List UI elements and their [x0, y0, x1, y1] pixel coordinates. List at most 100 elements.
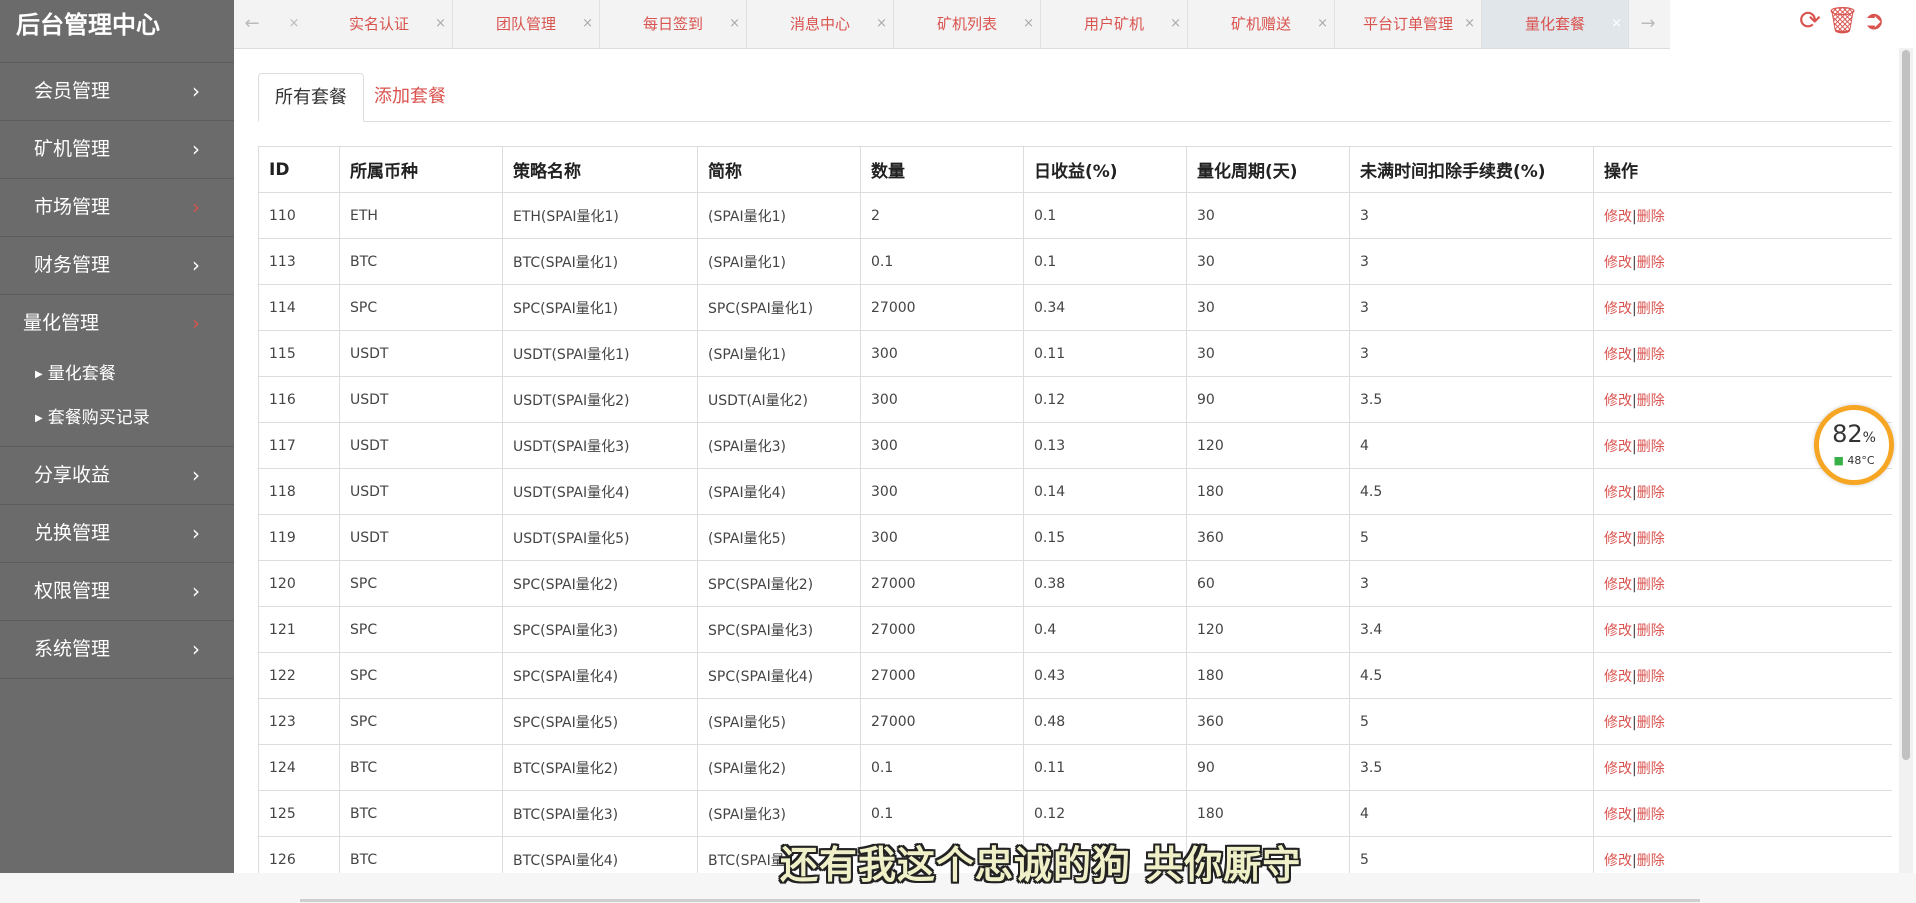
- sidebar: 后台管理中心 会员管理 › 矿机管理 › 市场管理 › 财务管理 › 量化管理 …: [0, 0, 234, 873]
- delete-link[interactable]: 删除: [1637, 623, 1665, 639]
- video-subtitle: 还有我这个忠诚的狗 共你厮守: [780, 843, 1302, 887]
- close-icon[interactable]: ×: [1317, 0, 1328, 48]
- table-cell: 3: [1349, 560, 1594, 607]
- sidebar-item-members[interactable]: 会员管理 ›: [0, 63, 234, 121]
- table-row: 119 USDT USDT(SPAI量化5) (SPAI量化5) 300 0.15 360 5…: [258, 514, 1892, 561]
- table-cell: BTC: [339, 790, 503, 837]
- edit-link[interactable]: 修改: [1604, 255, 1632, 271]
- delete-link[interactable]: 删除: [1637, 715, 1665, 731]
- tab-add-package[interactable]: 添加套餐: [358, 73, 462, 120]
- edit-link[interactable]: 修改: [1604, 209, 1632, 225]
- table-cell: 3: [1349, 192, 1594, 239]
- logout-icon[interactable]: ➲: [1858, 6, 1890, 36]
- edit-link[interactable]: 修改: [1604, 531, 1632, 547]
- edit-link[interactable]: 修改: [1604, 715, 1632, 731]
- table-cell: ETH(SPAI量化1): [502, 192, 698, 239]
- tab-team[interactable]: 团队管理 ×: [453, 0, 600, 48]
- close-icon[interactable]: ×: [1611, 0, 1622, 48]
- table-cell: 3.5: [1349, 744, 1594, 791]
- delete-link[interactable]: 删除: [1637, 393, 1665, 409]
- sidebar-item-market[interactable]: 市场管理 ›: [0, 179, 234, 237]
- edit-link[interactable]: 修改: [1604, 623, 1632, 639]
- refresh-icon[interactable]: ⟳: [1794, 6, 1826, 36]
- tab-all-packages[interactable]: 所有套餐: [258, 73, 364, 122]
- table-row: 110 ETH ETH(SPAI量化1) (SPAI量化1) 2 0.1 30 3 修改|删除: [258, 192, 1892, 239]
- tab-quant-packages[interactable]: 量化套餐 ×: [1482, 0, 1629, 48]
- tab-platform-orders[interactable]: 平台订单管理 ×: [1335, 0, 1482, 48]
- delete-link[interactable]: 删除: [1637, 761, 1665, 777]
- delete-link[interactable]: 删除: [1637, 807, 1665, 823]
- table-cell: 4: [1349, 790, 1594, 837]
- delete-link[interactable]: 删除: [1637, 669, 1665, 685]
- trash-icon[interactable]: 🗑: [1826, 6, 1859, 36]
- sidebar-item-quant[interactable]: 量化管理 ›: [0, 295, 234, 352]
- close-icon[interactable]: ×: [435, 0, 446, 48]
- battery-temp-value: 48°C: [1847, 454, 1875, 467]
- battery-percent-unit: %: [1862, 430, 1876, 446]
- delete-link[interactable]: 删除: [1637, 577, 1665, 593]
- table-row: 120 SPC SPC(SPAI量化2) SPC(SPAI量化2) 27000 0.38 6…: [258, 560, 1892, 607]
- table-cell: USDT: [339, 330, 503, 377]
- sidebar-subitem-purchase-records[interactable]: ▶ 套餐购买记录: [0, 396, 234, 440]
- scroll-left-arrow-icon[interactable]: ←: [234, 0, 270, 48]
- table-row: 122 SPC SPC(SPAI量化4) SPC(SPAI量化4) 27000 0.43 1…: [258, 652, 1892, 699]
- table-cell: 4: [1349, 422, 1594, 469]
- edit-link[interactable]: 修改: [1604, 807, 1632, 823]
- delete-link[interactable]: 删除: [1637, 301, 1665, 317]
- tab-daily-checkin[interactable]: 每日签到 ×: [600, 0, 747, 48]
- horizontal-scrollbar-thumb[interactable]: [300, 899, 1700, 902]
- edit-link[interactable]: 修改: [1604, 393, 1632, 409]
- table-cell: 0.1: [860, 790, 1024, 837]
- table-cell: 5: [1349, 836, 1594, 873]
- close-icon[interactable]: ×: [1464, 0, 1475, 48]
- battery-widget[interactable]: 82% ■ 48°C: [1814, 405, 1894, 485]
- close-icon[interactable]: ×: [284, 0, 304, 48]
- sidebar-item-permissions[interactable]: 权限管理 ›: [0, 563, 234, 621]
- table-cell: SPC(SPAI量化1): [502, 284, 698, 331]
- scroll-right-arrow-icon[interactable]: →: [1630, 0, 1666, 48]
- delete-link[interactable]: 删除: [1637, 853, 1665, 869]
- close-icon[interactable]: ×: [582, 0, 593, 48]
- tab-miner-list[interactable]: 矿机列表 ×: [894, 0, 1041, 48]
- sidebar-item-system[interactable]: 系统管理 ›: [0, 621, 234, 679]
- table-row: 116 USDT USDT(SPAI量化2) USDT(AI量化2) 300 0.12 90…: [258, 376, 1892, 423]
- close-icon[interactable]: ×: [1170, 0, 1181, 48]
- tab-label: 每日签到: [642, 15, 703, 33]
- delete-link[interactable]: 删除: [1637, 439, 1665, 455]
- table-row: 121 SPC SPC(SPAI量化3) SPC(SPAI量化3) 27000 0.4 12…: [258, 606, 1892, 653]
- close-icon[interactable]: ×: [729, 0, 740, 48]
- tab-label: 矿机列表: [936, 15, 997, 33]
- tab-messages[interactable]: 消息中心 ×: [747, 0, 894, 48]
- row-actions: 修改|删除: [1593, 790, 1892, 837]
- close-icon[interactable]: ×: [1023, 0, 1034, 48]
- sidebar-item-finance[interactable]: 财务管理 ›: [0, 237, 234, 295]
- vertical-scrollbar[interactable]: [1899, 48, 1913, 873]
- table-cell: USDT(SPAI量化1): [502, 330, 698, 377]
- delete-link[interactable]: 删除: [1637, 485, 1665, 501]
- table-cell: 360: [1186, 514, 1350, 561]
- edit-link[interactable]: 修改: [1604, 439, 1632, 455]
- tab-miner-gift[interactable]: 矿机赠送 ×: [1188, 0, 1335, 48]
- edit-link[interactable]: 修改: [1604, 577, 1632, 593]
- sidebar-item-miners[interactable]: 矿机管理 ›: [0, 121, 234, 179]
- delete-link[interactable]: 删除: [1637, 255, 1665, 271]
- scrollbar-thumb[interactable]: [1902, 50, 1910, 760]
- tab-real-name-auth[interactable]: 实名认证 ×: [306, 0, 453, 48]
- delete-link[interactable]: 删除: [1637, 209, 1665, 225]
- sidebar-subitem-quant-packages[interactable]: ▶ 量化套餐: [0, 352, 234, 396]
- edit-link[interactable]: 修改: [1604, 485, 1632, 501]
- table-cell: 115: [258, 330, 340, 377]
- edit-link[interactable]: 修改: [1604, 669, 1632, 685]
- edit-link[interactable]: 修改: [1604, 347, 1632, 363]
- edit-link[interactable]: 修改: [1604, 761, 1632, 777]
- edit-link[interactable]: 修改: [1604, 853, 1632, 869]
- edit-link[interactable]: 修改: [1604, 301, 1632, 317]
- sidebar-item-exchange[interactable]: 兑换管理 ›: [0, 505, 234, 563]
- close-icon[interactable]: ×: [876, 0, 887, 48]
- sidebar-item-share[interactable]: 分享收益 ›: [0, 447, 234, 505]
- table-cell: 126: [258, 836, 340, 873]
- delete-link[interactable]: 删除: [1637, 347, 1665, 363]
- tab-label: 用户矿机: [1083, 15, 1144, 33]
- tab-user-miners[interactable]: 用户矿机 ×: [1041, 0, 1188, 48]
- delete-link[interactable]: 删除: [1637, 531, 1665, 547]
